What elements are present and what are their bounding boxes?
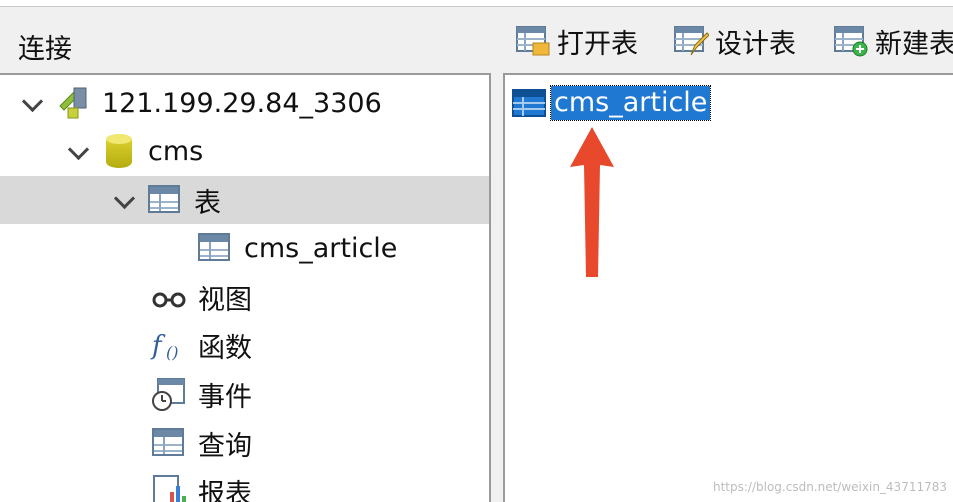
annotation-arrow-icon: [562, 127, 622, 287]
new-table-icon: [833, 23, 869, 59]
tree-node-views[interactable]: 视图: [0, 273, 491, 321]
views-label: 视图: [198, 278, 252, 317]
open-table-label: 打开表: [557, 22, 638, 61]
window-top-edge: [0, 0, 953, 7]
database-icon: [100, 132, 138, 170]
navigation-tree-panel[interactable]: 121.199.29.84_3306 cms 表 cms_article 视图: [0, 73, 491, 502]
table-icon: [146, 181, 184, 219]
glasses-icon: [150, 278, 188, 316]
table-item-label: cms_article: [244, 233, 397, 264]
reports-label: 报表: [198, 472, 252, 502]
design-table-button[interactable]: 设计表: [673, 21, 796, 61]
svg-text:(): (): [166, 343, 178, 362]
mysql-connection-icon: [54, 84, 92, 122]
connection-header-label: 连接: [18, 27, 72, 66]
chevron-down-icon[interactable]: [112, 189, 134, 211]
objects-toolbar: 打开表 设计表: [495, 7, 953, 73]
tree-node-connection[interactable]: 121.199.29.84_3306: [0, 79, 491, 127]
connection-label: 121.199.29.84_3306: [102, 88, 382, 119]
tree-node-tables[interactable]: 表: [0, 176, 491, 224]
design-table-label: 设计表: [715, 22, 796, 61]
database-label: cms: [148, 136, 203, 167]
table-icon: [511, 84, 549, 122]
watermark-text: https://blog.csdn.net/weixin_43711783: [713, 480, 947, 494]
queries-label: 查询: [198, 424, 252, 463]
events-label: 事件: [198, 375, 252, 414]
query-icon: [150, 424, 188, 462]
chevron-down-icon[interactable]: [66, 140, 88, 162]
new-table-label: 新建表: [875, 22, 953, 61]
tree-node-database[interactable]: cms: [0, 127, 491, 175]
svg-text:f: f: [150, 331, 166, 361]
calendar-clock-icon: [150, 375, 188, 413]
chevron-down-icon[interactable]: [20, 92, 42, 114]
tree-node-queries[interactable]: 查询: [0, 419, 491, 467]
functions-label: 函数: [198, 326, 252, 365]
open-table-button[interactable]: 打开表: [515, 21, 638, 61]
table-icon: [196, 229, 234, 267]
connection-panel-header: 连接: [0, 7, 495, 73]
function-icon: f (): [150, 326, 188, 364]
open-table-icon: [515, 23, 551, 59]
tree-node-events[interactable]: 事件: [0, 370, 491, 418]
new-table-button[interactable]: 新建表: [833, 21, 953, 61]
objects-panel[interactable]: cms_article: [503, 73, 953, 502]
object-item-cms-article[interactable]: cms_article: [511, 84, 710, 122]
tree-node-reports[interactable]: 报表: [0, 467, 491, 502]
object-item-label: cms_article: [551, 86, 710, 120]
tables-group-label: 表: [194, 181, 221, 220]
tree-node-table-item[interactable]: cms_article: [0, 224, 491, 272]
design-table-icon: [673, 23, 709, 59]
report-icon: [150, 472, 188, 502]
tree-node-functions[interactable]: f () 函数: [0, 321, 491, 369]
